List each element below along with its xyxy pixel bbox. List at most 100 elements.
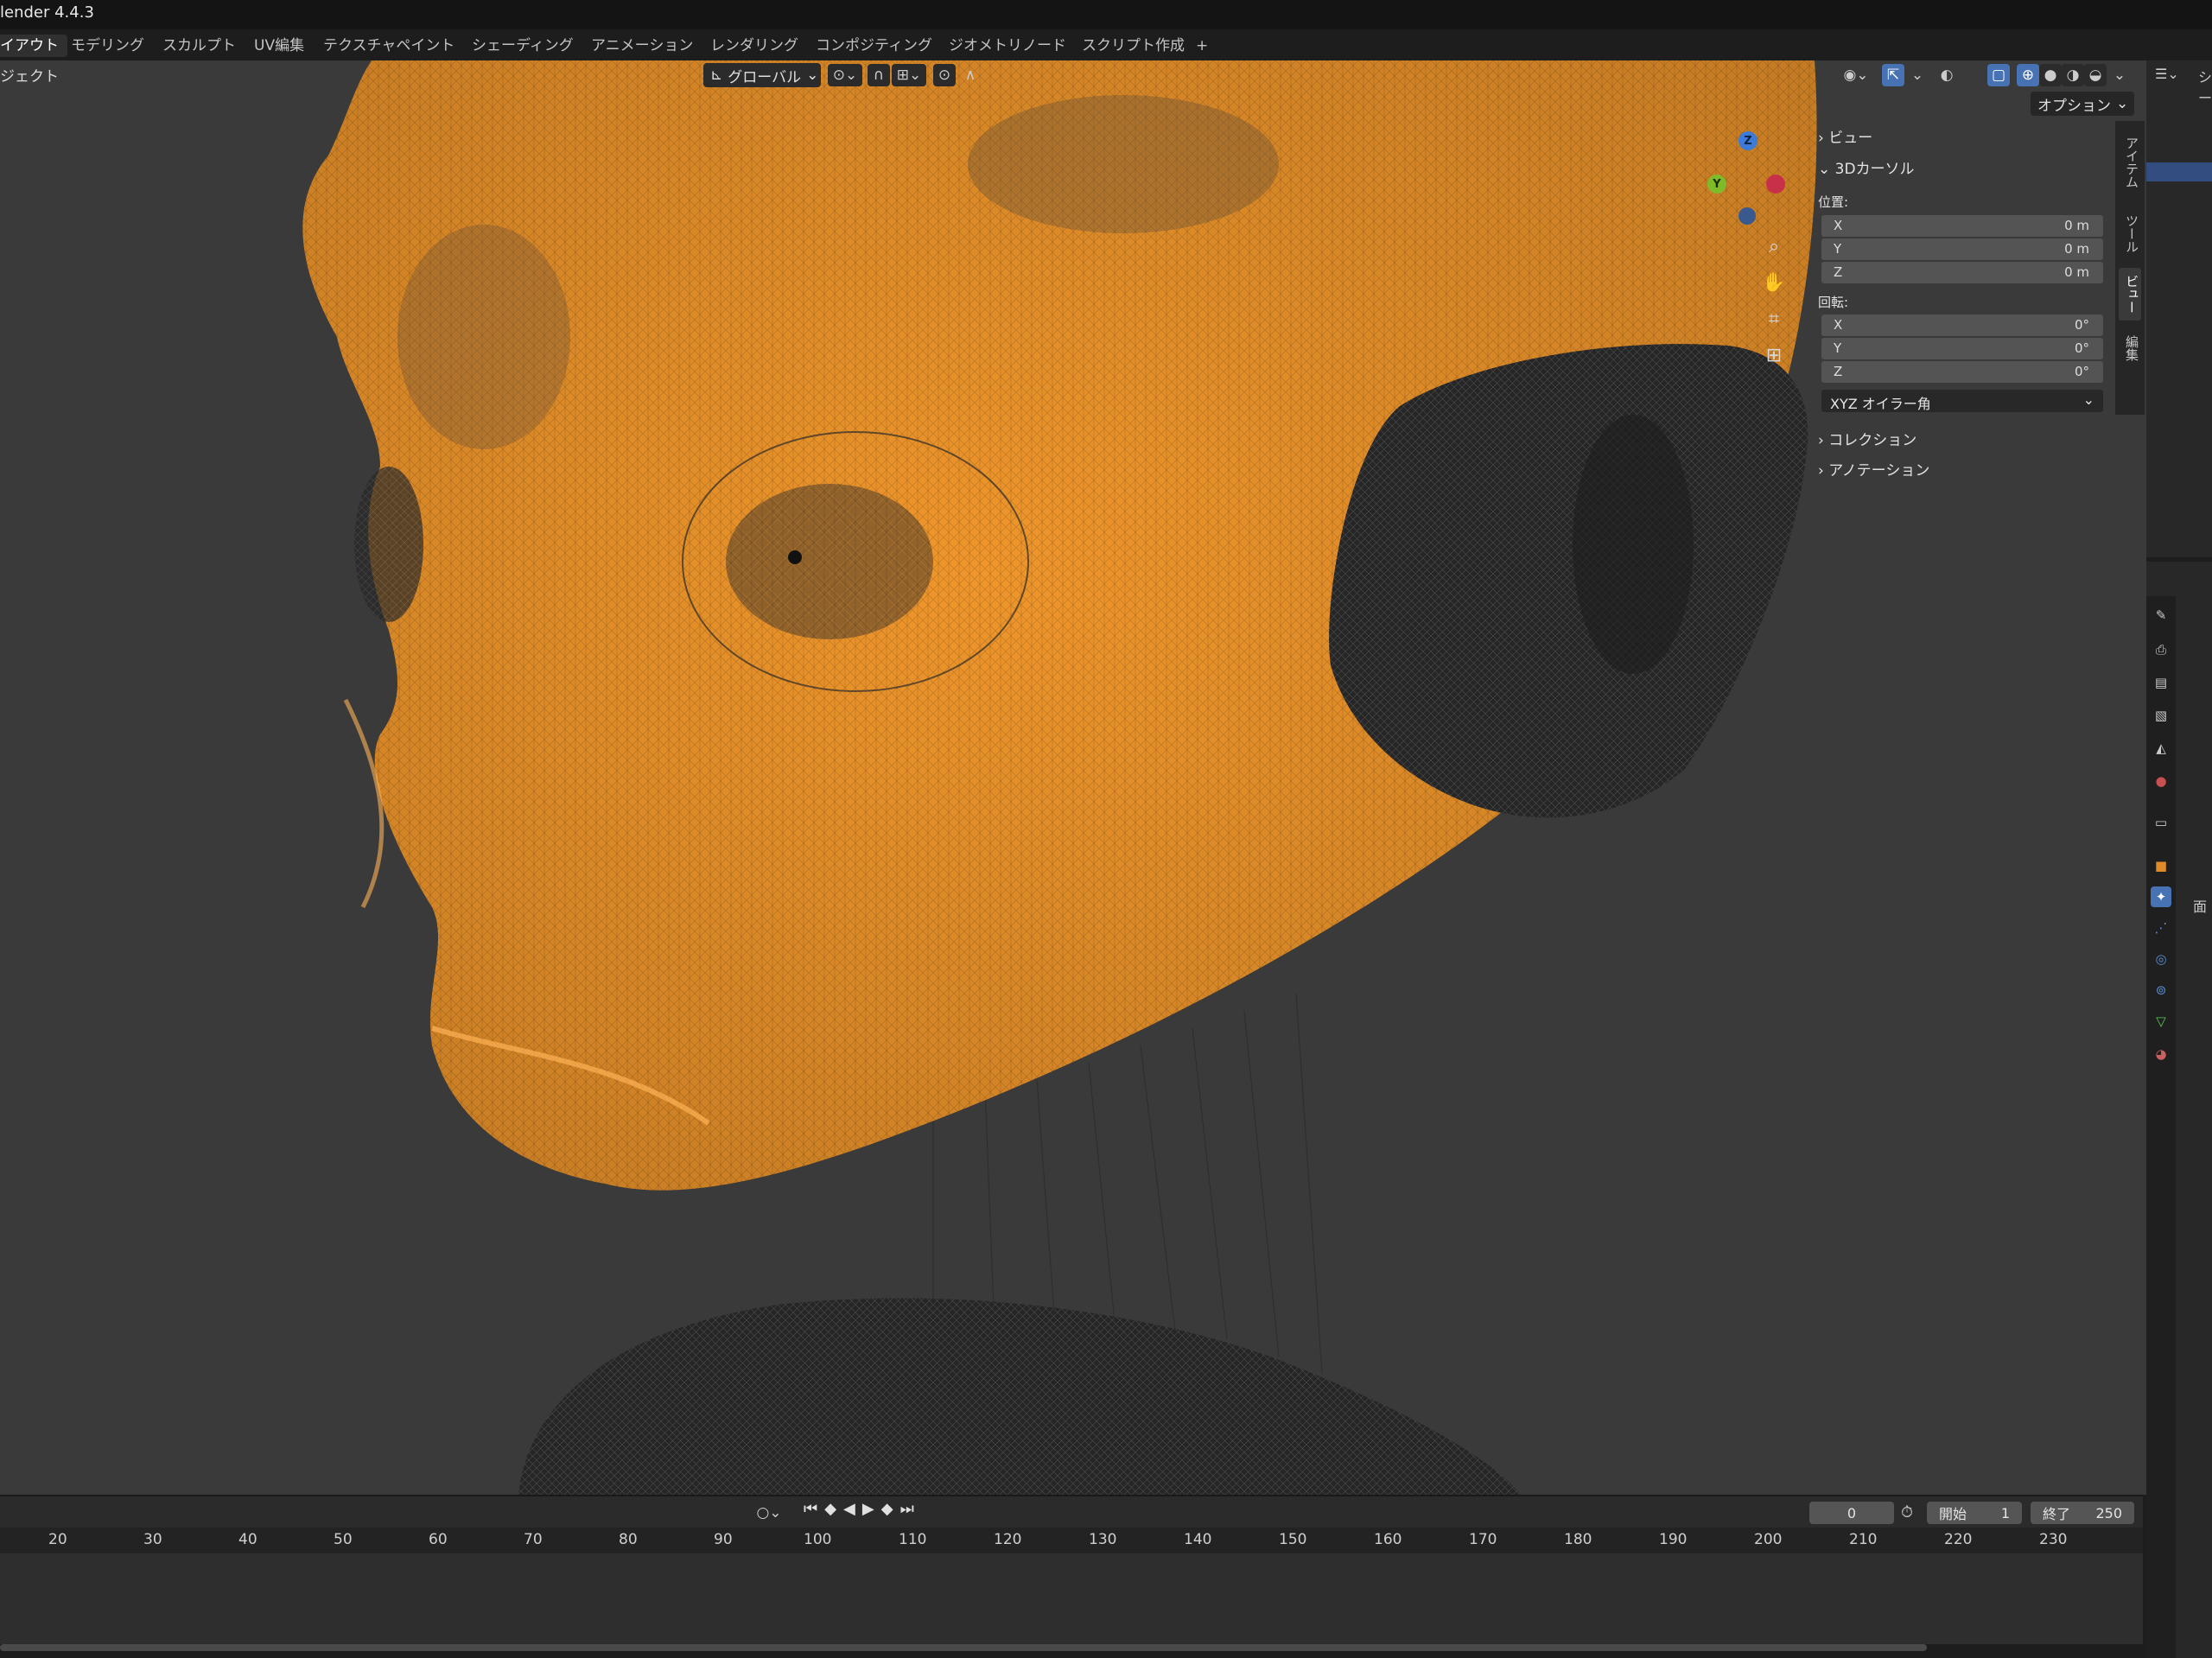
add-workspace-button[interactable]: + [1191, 35, 1213, 57]
current-frame-field[interactable]: 0 [1809, 1502, 1894, 1524]
camera-view-icon[interactable]: ⌗ [1761, 306, 1787, 332]
navigation-gizmo[interactable]: Z Y [1694, 121, 1797, 242]
gizmo-z-axis[interactable]: Z [1738, 131, 1758, 150]
xray-icon[interactable]: ▢ [1987, 64, 2010, 86]
object-icon[interactable]: ■ [2151, 855, 2171, 876]
tab-compositing[interactable]: コンポジティング [810, 35, 938, 57]
material-shading-icon[interactable]: ◑ [2062, 64, 2084, 86]
ortho-grid-icon[interactable]: ⊞ [1761, 342, 1787, 368]
outliner-filter-icon[interactable]: ☰⌄ [2155, 66, 2179, 82]
pivot-point-icon[interactable]: ⊙⌄ [828, 64, 862, 86]
cursor-rotation-y[interactable]: Y 0° [1821, 338, 2103, 359]
jump-start-icon[interactable]: ⏮ [804, 1500, 817, 1526]
gizmo-x-axis[interactable] [1766, 175, 1785, 194]
shading-menu-icon[interactable]: ⌄ [2108, 64, 2131, 86]
keying-icon[interactable]: ○⌄ [752, 1502, 786, 1524]
frame-tick: 220 [1944, 1531, 1973, 1548]
eye-left-mesh [354, 467, 423, 622]
cursor3d-section-header[interactable]: ⌄ 3Dカーソル [1818, 156, 1915, 178]
falloff-icon[interactable]: ∧ [959, 64, 982, 86]
timeline-ruler[interactable]: 20 30 40 50 60 70 80 90 100 110 120 130 … [0, 1528, 2143, 1553]
particles-icon[interactable]: ⋰ [2151, 918, 2171, 938]
tab-shading[interactable]: シェーディング [467, 35, 579, 57]
play-reverse-icon[interactable]: ◀ [843, 1500, 855, 1526]
rotation-mode-dropdown[interactable]: XYZ オイラー角 ⌄ [1821, 390, 2103, 412]
cursor-location-y[interactable]: Y 0 m [1821, 238, 2103, 260]
tab-modeling[interactable]: モデリング [66, 35, 149, 57]
visibility-icon[interactable]: ◉⌄ [1839, 64, 1873, 86]
gizmo-neg-z-axis[interactable] [1738, 207, 1756, 225]
stopwatch-icon[interactable]: ⏱ [1901, 1503, 1913, 1521]
prev-keyframe-icon[interactable]: ◆ [824, 1500, 836, 1526]
outliner-selected-row[interactable] [2146, 162, 2212, 181]
tab-item[interactable]: アイテム [2119, 130, 2141, 195]
scene-icon[interactable]: ◭ [2151, 738, 2171, 759]
tab-scripting[interactable]: スクリプト作成 [1077, 35, 1190, 57]
constraint-icon[interactable]: ⊚ [2151, 980, 2171, 1001]
rotation-label: 回転: [1818, 295, 1849, 310]
annotation-section-header[interactable]: › アノテーション [1818, 458, 1929, 480]
view-layer-icon[interactable]: ▧ [2151, 705, 2171, 726]
snap-target-icon[interactable]: ⊞⌄ [892, 64, 926, 86]
transform-orientation-dropdown[interactable]: ⊾ グローバル ⌄ [703, 63, 821, 87]
proportional-edit-icon[interactable]: ⊙ [933, 64, 956, 86]
gizmo-toggle-icon[interactable]: ⇱ [1882, 64, 1904, 86]
object-menu[interactable]: ジェクト [0, 64, 59, 86]
rendered-shading-icon[interactable]: ◒ [2084, 64, 2107, 86]
gizmo-menu-icon[interactable]: ⌄ [1906, 64, 1929, 86]
cursor-location-x[interactable]: X 0 m [1821, 215, 2103, 237]
options-dropdown[interactable]: オプション ⌄ [2031, 92, 2134, 116]
workspace-tabs-bar: イアウト モデリング スカルプト UV編集 テクスチャペイント シェーディング … [0, 29, 2212, 60]
chevron-down-icon: ⌄ [2116, 95, 2129, 112]
tab-view[interactable]: ビュー [2119, 268, 2141, 321]
axis-value: 0° [2074, 364, 2089, 379]
wireframe-shading-icon[interactable]: ⊕ [2017, 64, 2039, 86]
solid-shading-icon[interactable]: ● [2039, 64, 2062, 86]
tab-geometry-nodes[interactable]: ジオメトリノード [944, 35, 1071, 57]
location-label: 位置: [1818, 194, 1849, 210]
collection-section-header[interactable]: › コレクション [1818, 428, 1916, 449]
data-icon[interactable]: ▽ [2151, 1011, 2171, 1032]
gizmo-y-axis[interactable]: Y [1707, 175, 1726, 194]
tab-rendering[interactable]: レンダリング [705, 35, 804, 57]
properties-tabs: ✎ ⎙ ▤ ▧ ◭ ● ▭ ■ ✦ ⋰ ◎ ⊚ ▽ ◕ [2146, 596, 2176, 1658]
cursor-rotation-z[interactable]: Z 0° [1821, 361, 2103, 383]
collection-icon[interactable]: ▭ [2151, 812, 2171, 833]
tab-edit[interactable]: 編集 [2119, 328, 2141, 368]
next-keyframe-icon[interactable]: ◆ [881, 1500, 893, 1526]
physics-icon[interactable]: ◎ [2151, 949, 2171, 969]
tab-layout[interactable]: イアウト [0, 35, 67, 57]
timeline-area[interactable] [0, 1553, 2143, 1644]
outliner-panel[interactable]: ☰⌄ シー [2146, 60, 2212, 557]
snap-toggle-icon[interactable]: ∩ [868, 64, 890, 86]
start-frame-field[interactable]: 開始 1 [1927, 1502, 2022, 1524]
play-icon[interactable]: ▶ [862, 1500, 874, 1526]
cursor-location-z[interactable]: Z 0 m [1821, 262, 2103, 283]
app-title: lender 4.4.3 [0, 3, 94, 22]
frame-tick: 160 [1374, 1531, 1402, 1548]
frame-tick: 40 [238, 1531, 257, 1548]
jump-end-icon[interactable]: ⏭ [900, 1500, 914, 1526]
tab-tool[interactable]: ツール [2119, 207, 2141, 260]
modifier-wrench-icon[interactable]: ✦ [2151, 886, 2171, 907]
tab-sculpt[interactable]: スカルプト [157, 35, 241, 57]
tab-texture-paint[interactable]: テクスチャペイント [318, 35, 460, 57]
pan-hand-icon[interactable]: ✋ [1761, 270, 1787, 295]
tool-icon[interactable]: ✎ [2151, 605, 2171, 626]
tab-uv-editing[interactable]: UV編集 [249, 35, 309, 57]
output-icon[interactable]: ▤ [2151, 672, 2171, 693]
options-label: オプション [2037, 97, 2111, 115]
view-section-header[interactable]: › ビュー [1818, 125, 1872, 147]
overlay-icon[interactable]: ◐ [1936, 64, 1958, 86]
material-icon[interactable]: ◕ [2151, 1044, 2171, 1064]
zoom-icon[interactable]: ⌕ [1761, 233, 1787, 259]
end-frame-field[interactable]: 終了 250 [2031, 1502, 2134, 1524]
timeline-scrollbar[interactable] [0, 1644, 1927, 1651]
world-icon[interactable]: ● [2151, 771, 2171, 791]
annotation-section-label: アノテーション [1828, 462, 1930, 480]
tab-animation[interactable]: アニメーション [586, 35, 698, 57]
cursor-rotation-x[interactable]: X 0° [1821, 314, 2103, 336]
render-icon[interactable]: ⎙ [2151, 639, 2171, 660]
axis-value: 0 m [2064, 218, 2089, 233]
axis-value: 0 m [2064, 241, 2089, 257]
